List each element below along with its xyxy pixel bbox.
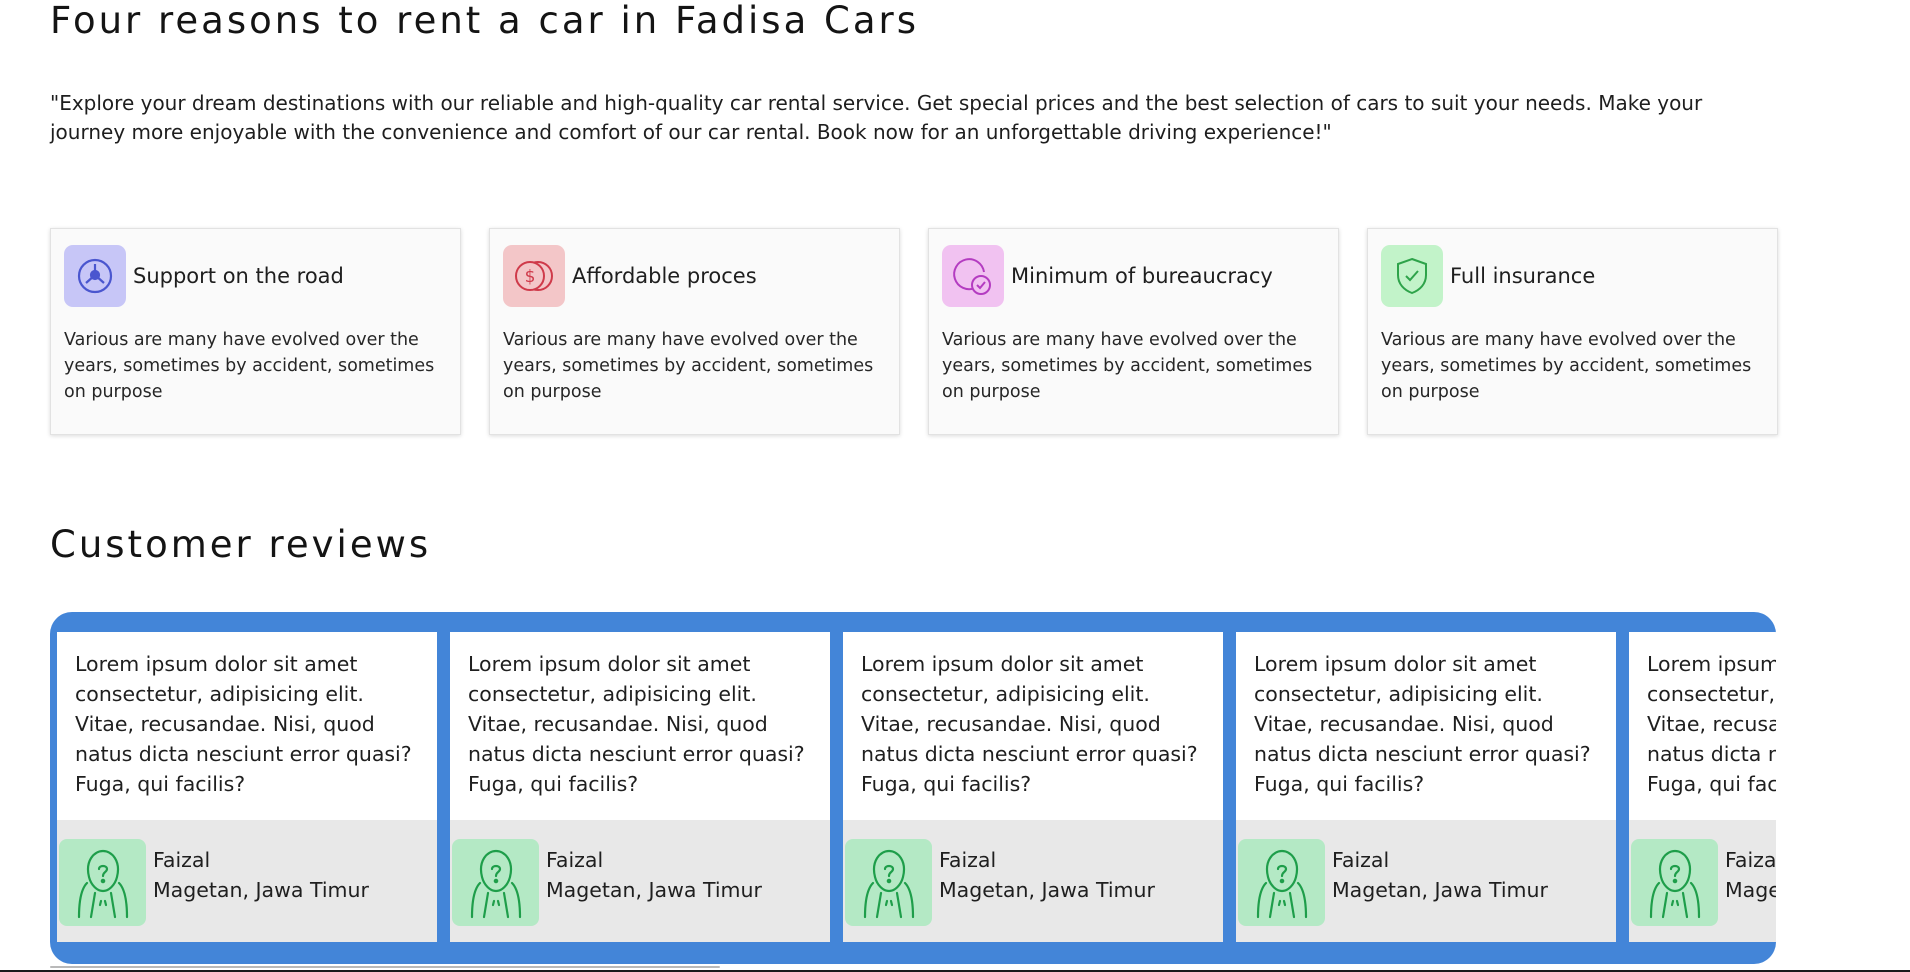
reviews-slider[interactable]: Lorem ipsum dolor sit amet consectetur, … (50, 612, 1776, 964)
document-check-icon (942, 245, 1004, 307)
reviewer-location: Magetan, Jawa Timur (153, 878, 369, 902)
user-avatar-icon (1631, 839, 1718, 926)
reviewer-name: Faizal (1725, 848, 1776, 872)
reviewer-name: Faizal (939, 848, 997, 872)
reviewer-location: Magetan, Jawa Timur (939, 878, 1155, 902)
coins-icon: $ (503, 245, 565, 307)
review-card: Lorem ipsum dolor sit amet consectetur, … (57, 632, 437, 942)
reasons-cards: Support on the road Various are many hav… (50, 228, 1778, 435)
user-avatar-icon (452, 839, 539, 926)
review-card: Lorem ipsum dolor sit amet consectetur, … (1236, 632, 1616, 942)
reviews-track: Lorem ipsum dolor sit amet consectetur, … (57, 632, 1776, 942)
review-card: Lorem ipsum dolor sit amet consectetur, … (450, 632, 830, 942)
reasons-title: Four reasons to rent a car in Fadisa Car… (50, 0, 919, 42)
review-author: Faizal Magetan, Jawa Timur (1629, 820, 1776, 926)
review-author: Faizal Magetan, Jawa Timur (57, 820, 437, 926)
reviewer-location: Magetan, Jawa Timur (1725, 878, 1776, 902)
reviewer-name: Faizal (1332, 848, 1390, 872)
reason-card-description: Various are many have evolved over the y… (942, 330, 1313, 402)
reviewer-location: Magetan, Jawa Timur (1332, 878, 1548, 902)
review-author: Faizal Magetan, Jawa Timur (450, 820, 830, 926)
reason-card-insurance: Full insurance Various are many have evo… (1367, 228, 1778, 435)
reason-card-description: Various are many have evolved over the y… (1381, 330, 1752, 402)
review-text: Lorem ipsum dolor sit amet consectetur, … (450, 632, 830, 820)
reviewer-name: Faizal (546, 848, 604, 872)
user-avatar-icon (59, 839, 146, 926)
horizontal-scrollbar[interactable] (50, 966, 720, 968)
user-avatar-icon (1238, 839, 1325, 926)
reason-card-title: Minimum of bureaucracy (1011, 264, 1273, 288)
reason-card-description: Various are many have evolved over the y… (503, 330, 874, 402)
reviewer-location: Magetan, Jawa Timur (546, 878, 762, 902)
shield-check-icon (1381, 245, 1443, 307)
review-text: Lorem ipsum dolor sit amet consectetur, … (57, 632, 437, 820)
reason-card-title: Affordable proces (572, 264, 757, 288)
support-icon (64, 245, 126, 307)
reason-card-title: Full insurance (1450, 264, 1596, 288)
review-text: Lorem ipsum dolor sit amet consectetur, … (1629, 632, 1776, 820)
reviewer-name: Faizal (153, 848, 211, 872)
review-text: Lorem ipsum dolor sit amet consectetur, … (843, 632, 1223, 820)
review-card: Lorem ipsum dolor sit amet consectetur, … (1629, 632, 1776, 942)
reason-card-title: Support on the road (133, 264, 344, 288)
user-avatar-icon (845, 839, 932, 926)
reason-card-description: Various are many have evolved over the y… (64, 330, 435, 402)
review-author: Faizal Magetan, Jawa Timur (843, 820, 1223, 926)
review-text: Lorem ipsum dolor sit amet consectetur, … (1236, 632, 1616, 820)
reason-card-bureaucracy: Minimum of bureaucracy Various are many … (928, 228, 1339, 435)
reasons-intro: "Explore your dream destinations with ou… (50, 91, 1703, 144)
review-card: Lorem ipsum dolor sit amet consectetur, … (843, 632, 1223, 942)
reason-card-prices: $ Affordable proces Various are many hav… (489, 228, 900, 435)
reviews-title: Customer reviews (50, 523, 432, 566)
svg-text:$: $ (525, 267, 536, 287)
review-author: Faizal Magetan, Jawa Timur (1236, 820, 1616, 926)
reason-card-support: Support on the road Various are many hav… (50, 228, 461, 435)
